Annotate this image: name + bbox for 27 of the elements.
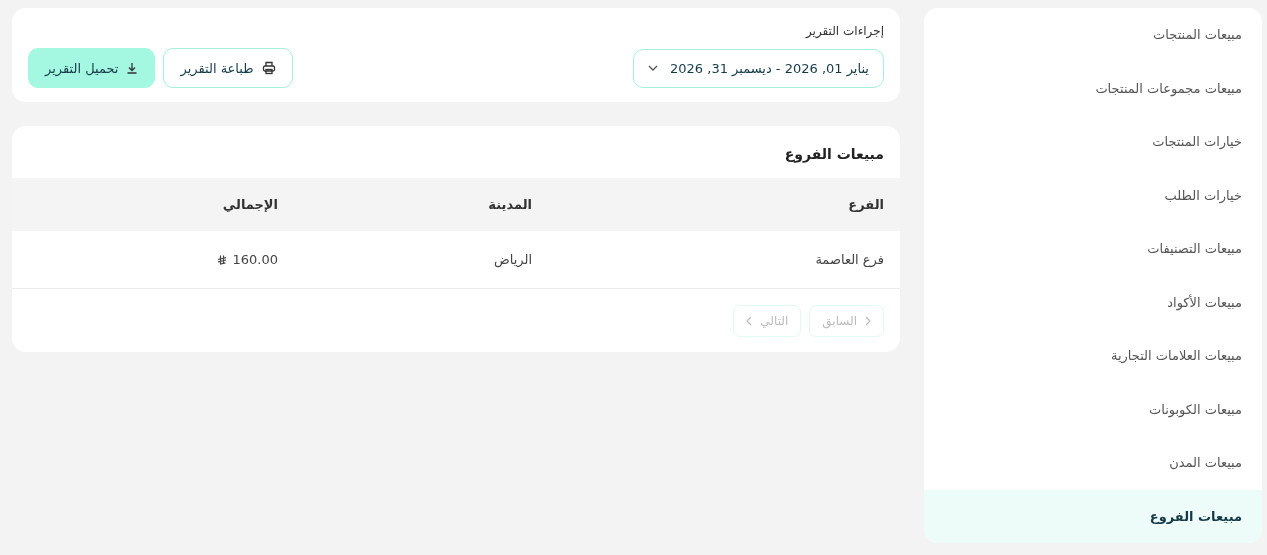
sidebar-item[interactable]: مبيعات المدن [924, 436, 1262, 490]
chevron-right-icon [865, 316, 871, 326]
sidebar-item[interactable]: خيارات المنتجات [924, 115, 1262, 169]
currency-icon [216, 254, 227, 265]
report-title: مبيعات الفروع [783, 145, 885, 165]
table-cell-text: فرع العاصمة [814, 252, 885, 267]
sidebar-item[interactable]: مبيعات الأكواد [924, 275, 1262, 329]
sidebar-item[interactable]: مبيعات مجموعات المنتجات [924, 61, 1262, 115]
sidebar-item[interactable]: مبيعات العلامات التجارية [924, 329, 1262, 383]
download-button[interactable]: تحميل التقرير [28, 48, 156, 88]
date-range-picker[interactable]: يناير 01, 2026 - ديسمبر 31, 2026 [633, 48, 884, 88]
column-header: الفرع [847, 197, 885, 212]
print-button[interactable]: طباعة التقرير [163, 48, 293, 88]
sidebar-item[interactable]: مبيعات الكوبونات [924, 382, 1262, 436]
table-cell-text: الرياض [492, 252, 533, 267]
section-title: إجراءات التقرير [804, 24, 884, 38]
printer-icon [261, 61, 276, 75]
sidebar-item[interactable]: خيارات الطلب [924, 168, 1262, 222]
sidebar-item[interactable]: مبيعات الفروع [924, 489, 1262, 543]
chevron-left-icon [746, 316, 753, 326]
sidebar-item[interactable]: مبيعات المنتجات [924, 8, 1262, 62]
sidebar-item[interactable]: مبيعات التصنيفات [924, 222, 1262, 276]
column-header: الإجمالي [221, 197, 279, 212]
table-cell: 160.00 [12, 252, 294, 267]
column-header: المدينة [487, 197, 533, 212]
download-icon [126, 62, 139, 74]
chevron-down-icon [648, 65, 659, 71]
